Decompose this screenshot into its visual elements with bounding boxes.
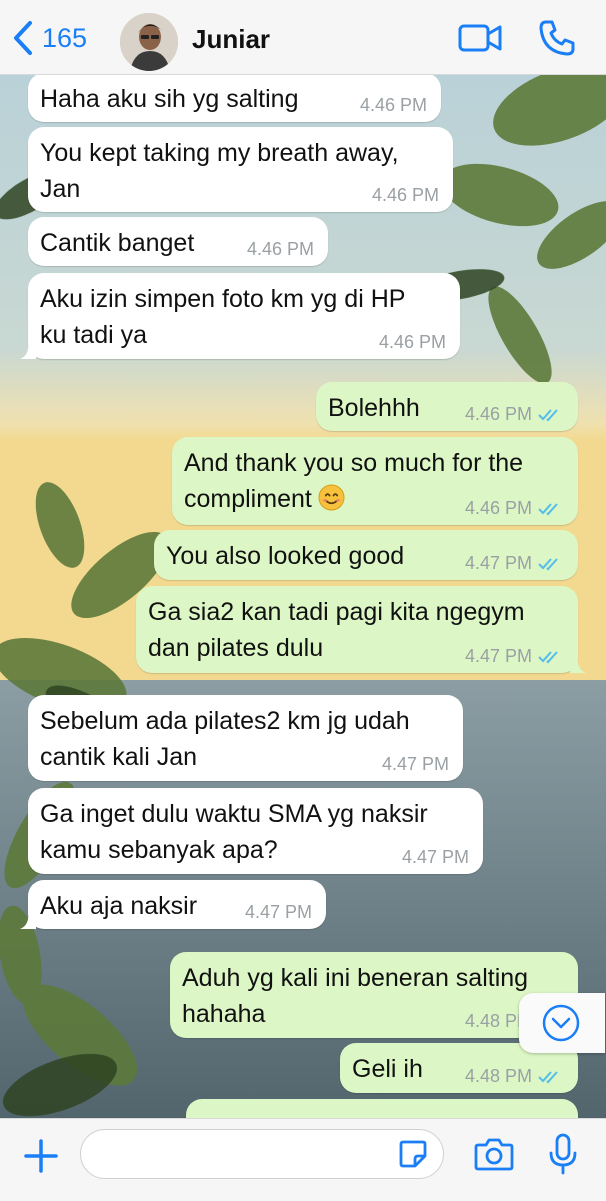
message-time: 4.46 PM bbox=[464, 498, 532, 518]
chat-header: 165 Juniar bbox=[0, 0, 606, 75]
message-time: 4.46 PM bbox=[464, 404, 532, 424]
composer-bar bbox=[0, 1118, 606, 1201]
sticker-icon[interactable] bbox=[398, 1139, 428, 1169]
message-incoming[interactable]: Cantik banget 4.46 PM bbox=[28, 217, 328, 266]
microphone-icon[interactable] bbox=[548, 1133, 578, 1175]
scroll-to-bottom-button[interactable] bbox=[519, 993, 605, 1053]
avatar[interactable] bbox=[120, 13, 178, 71]
bubble-tail bbox=[570, 655, 586, 673]
avatar-image bbox=[120, 13, 178, 71]
bubble-tail bbox=[20, 911, 36, 929]
message-meta: 4.47 PM bbox=[465, 646, 564, 667]
chevron-left-icon bbox=[14, 21, 32, 55]
message-meta: 4.48 PM bbox=[465, 1066, 564, 1087]
message-outgoing[interactable]: Aduh yg kali ini beneran salting hahaha … bbox=[170, 952, 578, 1038]
message-time: 4.47 PM bbox=[381, 754, 449, 774]
message-time: 4.47 PM bbox=[244, 902, 312, 922]
message-time: 4.48 PM bbox=[464, 1066, 532, 1086]
message-time: 4.47 PM bbox=[464, 553, 532, 573]
message-time: 4.46 PM bbox=[359, 95, 427, 115]
message-input[interactable] bbox=[80, 1129, 444, 1179]
read-receipt-icon bbox=[538, 408, 558, 421]
message-meta: 4.46 PM bbox=[465, 404, 564, 425]
message-outgoing[interactable]: And thank you so much for the compliment… bbox=[172, 437, 578, 525]
message-time: 4.46 PM bbox=[371, 185, 439, 205]
smiling-face-emoji-icon bbox=[318, 484, 345, 511]
message-incoming[interactable]: Aku aja naksir 4.47 PM bbox=[20, 880, 326, 929]
read-receipt-icon bbox=[538, 502, 558, 515]
message-incoming[interactable]: Ga inget dulu waktu SMA yg naksir kamu s… bbox=[28, 788, 483, 874]
read-receipt-icon bbox=[538, 650, 558, 663]
message-incoming[interactable]: Aku izin simpen foto km yg di HP ku tadi… bbox=[20, 273, 460, 359]
message-time: 4.47 PM bbox=[464, 646, 532, 666]
message-incoming[interactable]: Haha aku sih yg salting 4.46 PM bbox=[28, 75, 441, 122]
message-time: 4.46 PM bbox=[378, 332, 446, 352]
unread-count: 165 bbox=[42, 22, 88, 53]
plus-icon[interactable] bbox=[22, 1137, 60, 1175]
bubble-tail bbox=[20, 341, 36, 359]
message-incoming[interactable]: You kept taking my breath away, Jan 4.46… bbox=[28, 127, 453, 212]
camera-icon[interactable] bbox=[474, 1136, 514, 1172]
message-incoming[interactable]: Sebelum ada pilates2 km jg udah cantik k… bbox=[28, 695, 463, 781]
message-meta: 4.47 PM bbox=[465, 553, 564, 574]
message-meta: 4.46 PM bbox=[465, 498, 564, 519]
message-outgoing-partial[interactable] bbox=[186, 1099, 578, 1118]
phone-icon[interactable] bbox=[537, 18, 577, 58]
message-time: 4.47 PM bbox=[401, 847, 469, 867]
chevron-down-circle-icon bbox=[542, 1004, 580, 1042]
read-receipt-icon bbox=[538, 1070, 558, 1083]
chat-area[interactable]: Haha aku sih yg salting 4.46 PM You kept… bbox=[0, 75, 606, 1118]
message-outgoing[interactable]: Bolehhh 4.46 PM bbox=[316, 382, 578, 431]
message-outgoing[interactable]: You also looked good 4.47 PM bbox=[154, 530, 578, 580]
read-receipt-icon bbox=[538, 557, 558, 570]
message-time: 4.46 PM bbox=[246, 239, 314, 259]
contact-name[interactable]: Juniar bbox=[192, 24, 270, 55]
back-button[interactable]: 165 bbox=[10, 18, 87, 58]
message-outgoing[interactable]: Ga sia2 kan tadi pagi kita ngegym dan pi… bbox=[136, 586, 586, 673]
video-call-icon[interactable] bbox=[458, 20, 502, 56]
